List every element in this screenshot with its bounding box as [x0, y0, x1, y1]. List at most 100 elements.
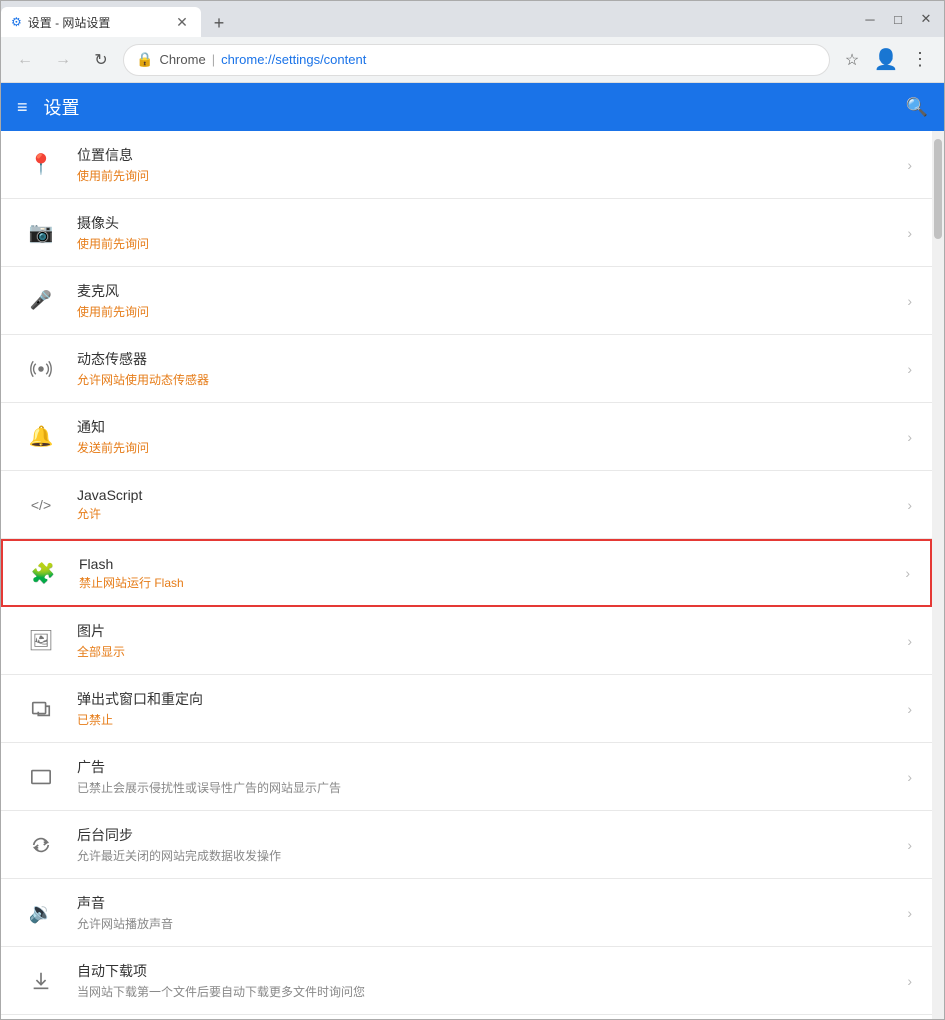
address-separator: | [212, 52, 215, 67]
arrow-icon-sensor: › [907, 361, 912, 377]
scrollbar[interactable] [932, 131, 944, 1019]
location-icon: 📍 [21, 152, 61, 177]
images-icon: 🖼 [21, 628, 61, 653]
settings-item-plugins[interactable]: 🧩 未经过沙盒屏蔽的插件访问 当网站要使用插件访问您的计算机时询问您 › [1, 1015, 932, 1019]
javascript-icon: </> [21, 497, 61, 513]
forward-button[interactable]: → [47, 44, 79, 76]
arrow-icon-sound: › [907, 905, 912, 921]
nav-right-icons: ☆ 👤 ⋮ [836, 44, 936, 76]
arrow-icon-downloads: › [907, 973, 912, 989]
hamburger-icon[interactable]: ≡ [17, 97, 28, 118]
settings-item-downloads[interactable]: 自动下载项 当网站下载第一个文件后要自动下载更多文件时询问您 › [1, 947, 932, 1015]
item-title-location: 位置信息 [77, 145, 907, 165]
item-content-flash: Flash 禁止网站运行 Flash [79, 556, 905, 591]
settings-item-images[interactable]: 🖼 图片 全部显示 › [1, 607, 932, 675]
new-tab-button[interactable]: + [205, 9, 233, 37]
item-content-sensor: 动态传感器 允许网站使用动态传感器 [77, 349, 907, 388]
item-subtitle-images: 全部显示 [77, 643, 907, 660]
settings-item-camera[interactable]: 📷 摄像头 使用前先询问 › [1, 199, 932, 267]
tab-close-button[interactable]: ✕ [173, 13, 191, 31]
settings-item-javascript[interactable]: </> JavaScript 允许 › [1, 471, 932, 539]
item-title-notifications: 通知 [77, 417, 907, 437]
settings-title: 设置 [44, 94, 80, 120]
item-content-ads: 广告 已禁止会展示侵扰性或误导性广告的网站显示广告 [77, 757, 907, 796]
sync-icon [21, 834, 61, 856]
item-subtitle-sync: 允许最近关闭的网站完成数据收发操作 [77, 847, 907, 864]
sound-icon: 🔉 [21, 900, 61, 925]
item-content-location: 位置信息 使用前先询问 [77, 145, 907, 184]
item-content-microphone: 麦克风 使用前先询问 [77, 281, 907, 320]
security-icon: 🔒 [136, 51, 153, 68]
search-icon[interactable]: 🔍 [906, 97, 928, 118]
flash-icon: 🧩 [23, 561, 63, 586]
item-title-popups: 弹出式窗口和重定向 [77, 689, 907, 709]
back-button[interactable]: ← [9, 44, 41, 76]
arrow-icon-flash: › [905, 565, 910, 581]
arrow-icon-images: › [907, 633, 912, 649]
settings-item-sensor[interactable]: 动态传感器 允许网站使用动态传感器 › [1, 335, 932, 403]
item-subtitle-notifications: 发送前先询问 [77, 439, 907, 456]
settings-header: ≡ 设置 🔍 [1, 83, 944, 131]
item-subtitle-flash: 禁止网站运行 Flash [79, 574, 905, 591]
address-bar[interactable]: 🔒 Chrome | chrome://settings/content [123, 44, 830, 76]
settings-item-sync[interactable]: 后台同步 允许最近关闭的网站完成数据收发操作 › [1, 811, 932, 879]
profile-button[interactable]: 👤 [870, 44, 902, 76]
settings-item-ads[interactable]: 广告 已禁止会展示侵扰性或误导性广告的网站显示广告 › [1, 743, 932, 811]
refresh-button[interactable]: ↻ [85, 44, 117, 76]
arrow-icon-camera: › [907, 225, 912, 241]
item-content-sound: 声音 允许网站播放声音 [77, 893, 907, 932]
item-title-ads: 广告 [77, 757, 907, 777]
title-bar: ⚙ 设置 - 网站设置 ✕ + ─ □ ✕ [1, 1, 944, 37]
item-content-javascript: JavaScript 允许 [77, 487, 907, 522]
window-controls: ─ □ ✕ [856, 1, 944, 37]
maximize-button[interactable]: □ [884, 5, 912, 33]
item-subtitle-sensor: 允许网站使用动态传感器 [77, 371, 907, 388]
item-content-images: 图片 全部显示 [77, 621, 907, 660]
item-title-microphone: 麦克风 [77, 281, 907, 301]
tab-favicon: ⚙ [11, 15, 22, 29]
arrow-icon-popups: › [907, 701, 912, 717]
item-subtitle-microphone: 使用前先询问 [77, 303, 907, 320]
settings-list: 📍 位置信息 使用前先询问 › 📷 摄像头 使用前先询问 › 🎤 [1, 131, 932, 1019]
scrollbar-thumb[interactable] [934, 139, 942, 239]
settings-item-sound[interactable]: 🔉 声音 允许网站播放声音 › [1, 879, 932, 947]
item-content-notifications: 通知 发送前先询问 [77, 417, 907, 456]
sensor-icon [21, 358, 61, 380]
settings-item-flash[interactable]: 🧩 Flash 禁止网站运行 Flash › [1, 539, 932, 607]
popup-icon [21, 698, 61, 720]
item-title-flash: Flash [79, 556, 905, 572]
item-title-sensor: 动态传感器 [77, 349, 907, 369]
address-brand: Chrome [159, 52, 205, 67]
arrow-icon-sync: › [907, 837, 912, 853]
settings-item-microphone[interactable]: 🎤 麦克风 使用前先询问 › [1, 267, 932, 335]
settings-item-location[interactable]: 📍 位置信息 使用前先询问 › [1, 131, 932, 199]
navigation-bar: ← → ↻ 🔒 Chrome | chrome://settings/conte… [1, 37, 944, 83]
item-content-downloads: 自动下载项 当网站下载第一个文件后要自动下载更多文件时询问您 [77, 961, 907, 1000]
settings-item-popups[interactable]: 弹出式窗口和重定向 已禁止 › [1, 675, 932, 743]
minimize-button[interactable]: ─ [856, 5, 884, 33]
camera-icon: 📷 [21, 220, 61, 245]
bell-icon: 🔔 [21, 424, 61, 449]
arrow-icon-javascript: › [907, 497, 912, 513]
item-content-sync: 后台同步 允许最近关闭的网站完成数据收发操作 [77, 825, 907, 864]
download-icon [21, 970, 61, 992]
tab-title: 设置 - 网站设置 [28, 14, 111, 31]
arrow-icon-notifications: › [907, 429, 912, 445]
content-area: 📍 位置信息 使用前先询问 › 📷 摄像头 使用前先询问 › 🎤 [1, 131, 944, 1019]
item-title-sync: 后台同步 [77, 825, 907, 845]
item-subtitle-popups: 已禁止 [77, 711, 907, 728]
bookmark-button[interactable]: ☆ [836, 44, 868, 76]
settings-item-notifications[interactable]: 🔔 通知 发送前先询问 › [1, 403, 932, 471]
item-title-javascript: JavaScript [77, 487, 907, 503]
item-subtitle-javascript: 允许 [77, 505, 907, 522]
arrow-icon-microphone: › [907, 293, 912, 309]
item-title-camera: 摄像头 [77, 213, 907, 233]
close-button[interactable]: ✕ [912, 5, 940, 33]
item-title-downloads: 自动下载项 [77, 961, 907, 981]
menu-button[interactable]: ⋮ [904, 44, 936, 76]
item-subtitle-location: 使用前先询问 [77, 167, 907, 184]
active-tab[interactable]: ⚙ 设置 - 网站设置 ✕ [1, 7, 201, 37]
arrow-icon-ads: › [907, 769, 912, 785]
item-subtitle-camera: 使用前先询问 [77, 235, 907, 252]
item-subtitle-sound: 允许网站播放声音 [77, 915, 907, 932]
